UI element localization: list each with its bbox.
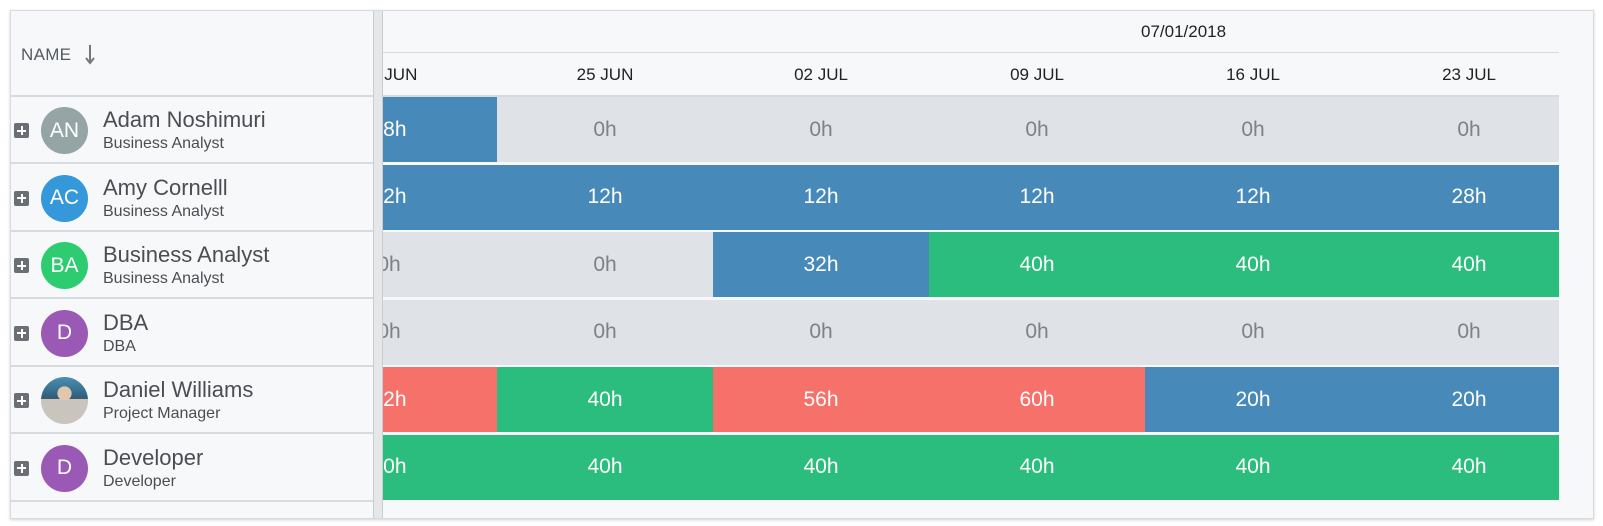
resource-row[interactable]: AN Adam Noshimuri Business Analyst — [11, 97, 373, 164]
avatar-initials: D — [56, 321, 73, 344]
allocation-cell[interactable]: 0h — [929, 97, 1145, 162]
allocation-cell[interactable]: 0h — [1145, 97, 1361, 162]
allocation-cell[interactable]: 32h — [713, 232, 929, 297]
name-column-header[interactable]: NAME — [11, 11, 373, 97]
allocation-cell[interactable]: 40h — [1361, 232, 1559, 297]
week-header-cell: 09 JUL — [1010, 65, 1064, 84]
avatar: AN — [41, 107, 88, 154]
resource-name: Amy Cornelll — [103, 174, 228, 200]
pane-splitter[interactable] — [373, 11, 383, 518]
expand-icon[interactable] — [14, 460, 29, 476]
avatar: D — [41, 444, 88, 492]
expand-icon[interactable] — [14, 393, 29, 408]
allocation-cell[interactable]: 40h — [1145, 434, 1361, 500]
week-header-cell: 18 JUN — [383, 65, 418, 84]
allocation-cell[interactable]: 0h — [497, 232, 713, 297]
allocation-cell[interactable]: 0h — [383, 299, 497, 365]
resource-role: Developer — [103, 472, 176, 490]
avatar — [41, 377, 88, 424]
resource-role: DBA — [103, 337, 136, 355]
allocation-cell[interactable]: 56h — [713, 367, 929, 432]
allocation-cell[interactable]: 28h — [383, 97, 497, 162]
resource-row[interactable]: Daniel Williams Project Manager — [11, 367, 373, 434]
avatar-initials: AC — [49, 186, 80, 209]
avatar-initials: D — [56, 456, 73, 479]
allocation-cell[interactable]: 40h — [497, 434, 713, 500]
allocation-cell[interactable]: 20h — [1361, 367, 1559, 432]
allocation-cell[interactable]: 40h — [383, 434, 497, 500]
allocation-grid: 28h0h0h0h0h0h12h12h12h12h12h28h0h0h32h40… — [383, 97, 1559, 507]
week-header-cell: 23 JUL — [1442, 65, 1496, 84]
avatar-initials: BA — [50, 253, 79, 277]
avatar: BA — [41, 242, 88, 289]
resource-role: Business Analyst — [103, 202, 224, 220]
allocation-cell[interactable]: 20h — [1145, 367, 1361, 432]
resource-list: NAME AN Adam Noshimuri Business Analyst AC A… — [11, 11, 373, 518]
resource-role: Business Analyst — [103, 135, 224, 152]
allocation-cell[interactable]: 40h — [929, 232, 1145, 297]
allocation-cell[interactable]: 12h — [383, 164, 497, 230]
allocation-cell[interactable]: 12h — [713, 164, 929, 230]
resource-role: Business Analyst — [103, 270, 224, 287]
avatar-initials: AN — [49, 118, 80, 142]
avatar: D — [41, 309, 88, 357]
allocation-cell[interactable]: 0h — [713, 97, 929, 162]
resource-name: Developer — [103, 444, 204, 470]
allocation-cell[interactable]: 72h — [383, 367, 497, 432]
sort-descending-icon[interactable] — [84, 44, 96, 66]
allocation-cell[interactable]: 40h — [1361, 434, 1559, 500]
week-header-cell: 02 JUL — [794, 65, 848, 84]
name-column-label: NAME — [21, 45, 72, 64]
expand-icon[interactable] — [14, 258, 29, 273]
avatar: AC — [41, 174, 88, 222]
allocation-cell[interactable]: 0h — [383, 232, 497, 297]
resource-name: Daniel Williams — [103, 377, 254, 402]
allocation-cell[interactable]: 12h — [1145, 164, 1361, 230]
resource-role: Project Manager — [103, 405, 221, 422]
allocation-cell[interactable]: 40h — [929, 434, 1145, 500]
grid-edge — [1559, 11, 1593, 518]
resource-row[interactable]: AC Amy Cornelll Business Analyst — [11, 165, 373, 232]
allocation-cell[interactable]: 0h — [497, 97, 713, 162]
resource-row[interactable]: D Developer Developer — [11, 435, 373, 502]
expand-icon[interactable] — [14, 123, 29, 138]
resource-name: Business Analyst — [103, 242, 270, 267]
resource-name: DBA — [103, 309, 149, 335]
allocation-cell[interactable]: 28h — [1361, 164, 1559, 230]
allocation-cell[interactable]: 0h — [713, 299, 929, 365]
resource-row[interactable]: D DBA DBA — [11, 300, 373, 367]
allocation-cell[interactable]: 0h — [929, 299, 1145, 365]
timeline: 07/01/2018 18 JUN 25 JUN 02 JUL 09 JUL 16 JU… — [383, 11, 1559, 518]
resource-name: Adam Noshimuri — [103, 107, 266, 132]
allocation-cell[interactable]: 40h — [713, 434, 929, 500]
allocation-cell[interactable]: 0h — [1361, 97, 1559, 162]
allocation-cell[interactable]: 0h — [497, 299, 713, 365]
allocation-cell[interactable]: 60h — [929, 367, 1145, 432]
expand-icon[interactable] — [14, 325, 29, 341]
allocation-cell[interactable]: 0h — [1361, 299, 1559, 365]
allocation-cell[interactable]: 12h — [929, 164, 1145, 230]
allocation-cell[interactable]: 0h — [1145, 299, 1361, 365]
expand-icon[interactable] — [14, 190, 29, 206]
week-header-cell: 25 JUN — [576, 65, 634, 84]
allocation-cell[interactable]: 40h — [497, 367, 713, 432]
week-header: 18 JUN 25 JUN 02 JUL 09 JUL 16 JUL 23 JUL — [383, 53, 1559, 97]
month-label: 07/01/2018 — [1141, 22, 1227, 41]
resource-row[interactable]: BA Business Analyst Business Analyst — [11, 232, 373, 299]
allocation-cell[interactable]: 12h — [497, 164, 713, 230]
resource-planner: NAME AN Adam Noshimuri Business Analyst AC A… — [10, 10, 1594, 519]
month-header: 07/01/2018 — [383, 11, 1559, 53]
allocation-cell[interactable]: 40h — [1145, 232, 1361, 297]
week-header-cell: 16 JUL — [1226, 65, 1280, 84]
